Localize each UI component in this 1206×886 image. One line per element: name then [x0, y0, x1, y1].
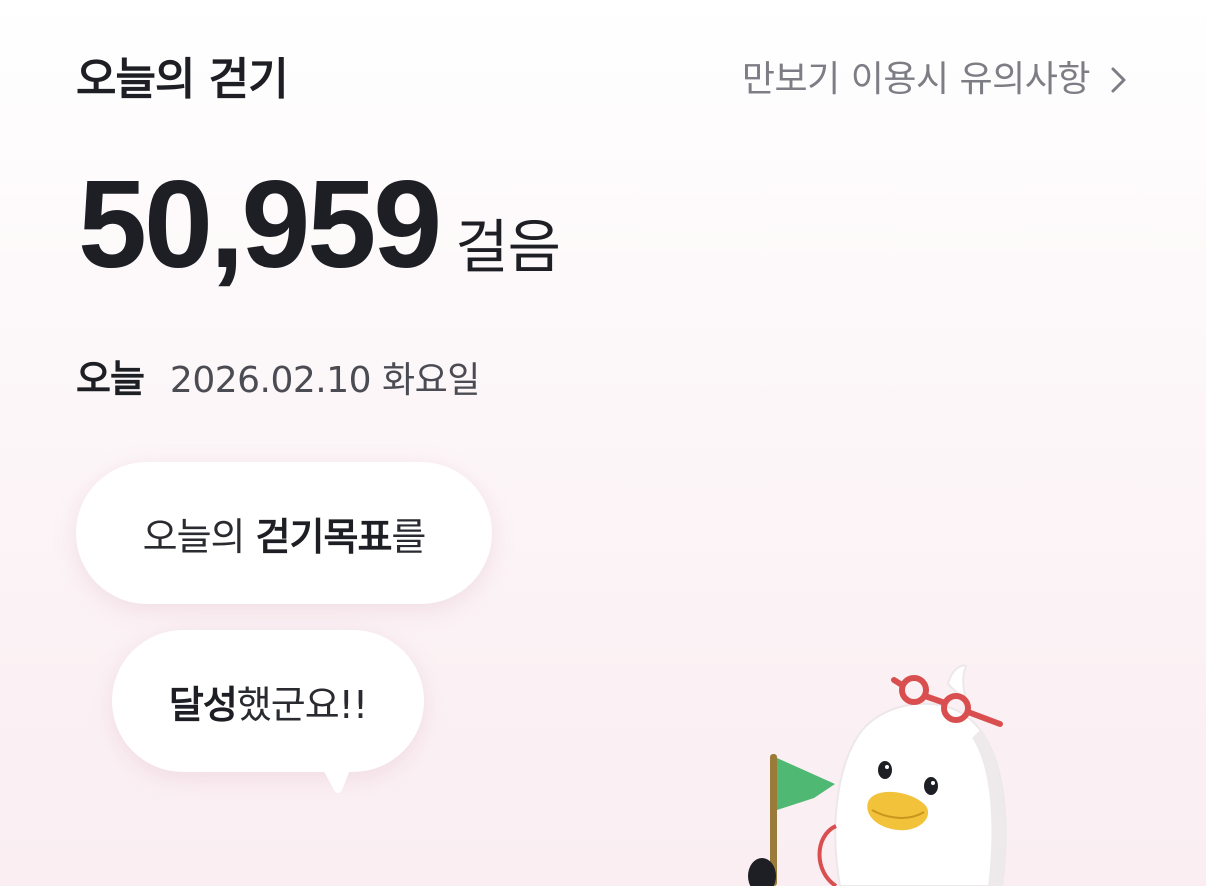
step-unit: 걸음	[455, 213, 561, 281]
bubble-text-bold: 달성	[168, 682, 238, 727]
usage-notice-label: 만보기 이용시 유의사항	[741, 59, 1091, 100]
bubble-text: 했군요!!	[236, 682, 368, 727]
bubble-text: 오늘의	[142, 514, 256, 559]
chevron-right-icon	[1111, 67, 1126, 93]
step-counter: 50,959 걸음	[78, 156, 561, 294]
speech-bubble-goal: 오늘의 걷기목표 를	[76, 462, 492, 604]
step-count: 50,959	[78, 156, 442, 294]
date-label: 오늘	[76, 357, 145, 401]
duck-mascot-with-flag-icon	[748, 664, 1007, 886]
bubble-text-bold: 걷기목표	[255, 514, 393, 559]
page-title: 오늘의 걷기	[76, 54, 289, 105]
usage-notice-link[interactable]: 만보기 이용시 유의사항	[742, 56, 1130, 104]
speech-bubble-achieved: 달성 했군요!!	[112, 630, 424, 772]
date-row: 오늘 2026.02.10 화요일	[76, 348, 480, 403]
speech-bubble-tail	[318, 760, 354, 793]
bubble-text: 를	[391, 514, 426, 559]
date-value: 2026.02.10 화요일	[169, 360, 480, 401]
